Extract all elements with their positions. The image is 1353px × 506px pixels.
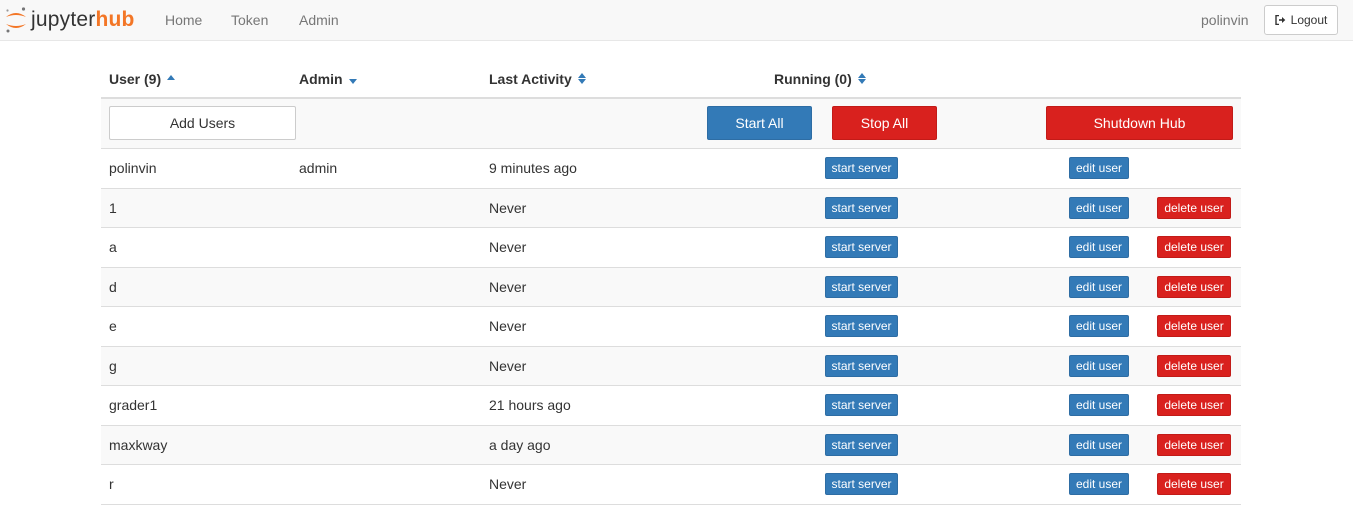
user-name: d xyxy=(109,278,117,295)
sort-by-user-header[interactable]: User (9) xyxy=(109,59,176,97)
user-name: 1 xyxy=(109,199,117,216)
delete-user-button[interactable]: delete user xyxy=(1157,275,1231,298)
table-row: grader1 21 hours ago start server edit user… xyxy=(101,386,1241,426)
start-server-button[interactable]: start server xyxy=(825,196,898,219)
table-row: 1 Never start server edit user delete user xyxy=(101,188,1241,228)
edit-user-button[interactable]: edit user xyxy=(1069,473,1129,495)
navbar: jupyterhub Home Token Admin polinvin Log… xyxy=(0,0,1353,41)
start-all-button[interactable]: Start All xyxy=(707,106,812,140)
sort-by-admin-header[interactable]: Admin xyxy=(299,59,357,97)
brand-text: jupyterhub xyxy=(31,6,135,34)
nav-token-link[interactable]: Token xyxy=(231,0,268,40)
edit-user-button[interactable]: edit user xyxy=(1069,196,1129,219)
delete-user-button[interactable]: delete user xyxy=(1157,433,1231,456)
user-last-activity: Never xyxy=(489,239,527,255)
user-name: polinvin xyxy=(109,160,157,176)
current-username: polinvin xyxy=(1201,12,1249,28)
table-row: g Never start server edit user delete user xyxy=(101,346,1241,386)
admin-header-label: Admin xyxy=(299,71,343,87)
user-last-activity: Never xyxy=(489,357,527,374)
user-name: grader1 xyxy=(109,397,158,413)
logout-label: Logout xyxy=(1290,13,1328,27)
user-name: a xyxy=(109,239,117,255)
start-server-button[interactable]: start server xyxy=(825,433,898,456)
sort-icon xyxy=(857,73,866,85)
sign-out-icon xyxy=(1274,15,1285,25)
start-server-button[interactable]: start server xyxy=(825,394,898,416)
brand-prefix: jupyter xyxy=(31,8,96,31)
sort-by-running-header[interactable]: Running (0) xyxy=(774,59,866,97)
delete-user-button[interactable]: delete user xyxy=(1157,354,1231,377)
stop-all-button[interactable]: Stop All xyxy=(832,106,937,140)
add-users-button[interactable]: Add Users xyxy=(109,106,296,140)
table-row: a Never start server edit user delete user xyxy=(101,228,1241,268)
delete-user-button[interactable]: delete user xyxy=(1157,473,1231,495)
user-header-label: User (9) xyxy=(109,71,162,87)
table-row: r Never start server edit user delete user xyxy=(101,465,1241,505)
user-rows: polinvin admin 9 minutes ago start server ed… xyxy=(101,149,1241,505)
users-table: User (9) Admin Last Activity Running (0)… xyxy=(101,59,1241,505)
sort-ascending-icon xyxy=(167,74,176,80)
shutdown-hub-button[interactable]: Shutdown Hub xyxy=(1046,106,1233,140)
user-last-activity: 9 minutes ago xyxy=(489,160,577,176)
start-server-button[interactable]: start server xyxy=(825,473,898,495)
edit-user-button[interactable]: edit user xyxy=(1069,394,1129,416)
table-row: maxkway a day ago start server edit user del… xyxy=(101,425,1241,465)
jupyter-logo-icon xyxy=(6,7,26,33)
user-last-activity: Never xyxy=(489,476,527,492)
user-name: r xyxy=(109,476,114,492)
edit-user-button[interactable]: edit user xyxy=(1069,157,1129,179)
nav-admin-link[interactable]: Admin xyxy=(299,0,339,40)
table-header: User (9) Admin Last Activity Running (0) xyxy=(101,59,1241,99)
start-server-button[interactable]: start server xyxy=(825,275,898,298)
delete-user-button[interactable]: delete user xyxy=(1157,315,1231,337)
jupyterhub-logo[interactable]: jupyterhub xyxy=(4,6,135,34)
edit-user-button[interactable]: edit user xyxy=(1069,433,1129,456)
table-row: d Never start server edit user delete user xyxy=(101,267,1241,307)
sort-by-last-activity-header[interactable]: Last Activity xyxy=(489,59,586,97)
edit-user-button[interactable]: edit user xyxy=(1069,354,1129,377)
edit-user-button[interactable]: edit user xyxy=(1069,315,1129,337)
user-last-activity: a day ago xyxy=(489,436,551,453)
user-name: maxkway xyxy=(109,436,168,453)
delete-user-button[interactable]: delete user xyxy=(1157,394,1231,416)
user-last-activity: Never xyxy=(489,278,527,295)
nav-home-link[interactable]: Home xyxy=(165,0,202,40)
delete-user-button[interactable]: delete user xyxy=(1157,236,1231,258)
running-header-label: Running (0) xyxy=(774,71,852,87)
delete-user-button[interactable]: delete user xyxy=(1157,196,1231,219)
start-server-button[interactable]: start server xyxy=(825,315,898,337)
table-row: polinvin admin 9 minutes ago start server ed… xyxy=(101,149,1241,189)
start-server-button[interactable]: start server xyxy=(825,157,898,179)
edit-user-button[interactable]: edit user xyxy=(1069,236,1129,258)
bulk-actions-row: Add Users Start All Stop All Shutdown Hu… xyxy=(101,99,1241,149)
logout-button[interactable]: Logout xyxy=(1264,5,1338,35)
start-server-button[interactable]: start server xyxy=(825,354,898,377)
brand-suffix: hub xyxy=(95,8,135,31)
user-name: g xyxy=(109,357,117,374)
sort-descending-icon xyxy=(348,78,357,84)
user-last-activity: Never xyxy=(489,199,527,216)
last-activity-header-label: Last Activity xyxy=(489,71,572,87)
user-last-activity: 21 hours ago xyxy=(489,397,571,413)
user-last-activity: Never xyxy=(489,318,527,334)
edit-user-button[interactable]: edit user xyxy=(1069,275,1129,298)
user-name: e xyxy=(109,318,117,334)
start-server-button[interactable]: start server xyxy=(825,236,898,258)
sort-icon xyxy=(577,73,586,85)
table-row: e Never start server edit user delete user xyxy=(101,307,1241,347)
user-admin-flag: admin xyxy=(299,160,338,176)
